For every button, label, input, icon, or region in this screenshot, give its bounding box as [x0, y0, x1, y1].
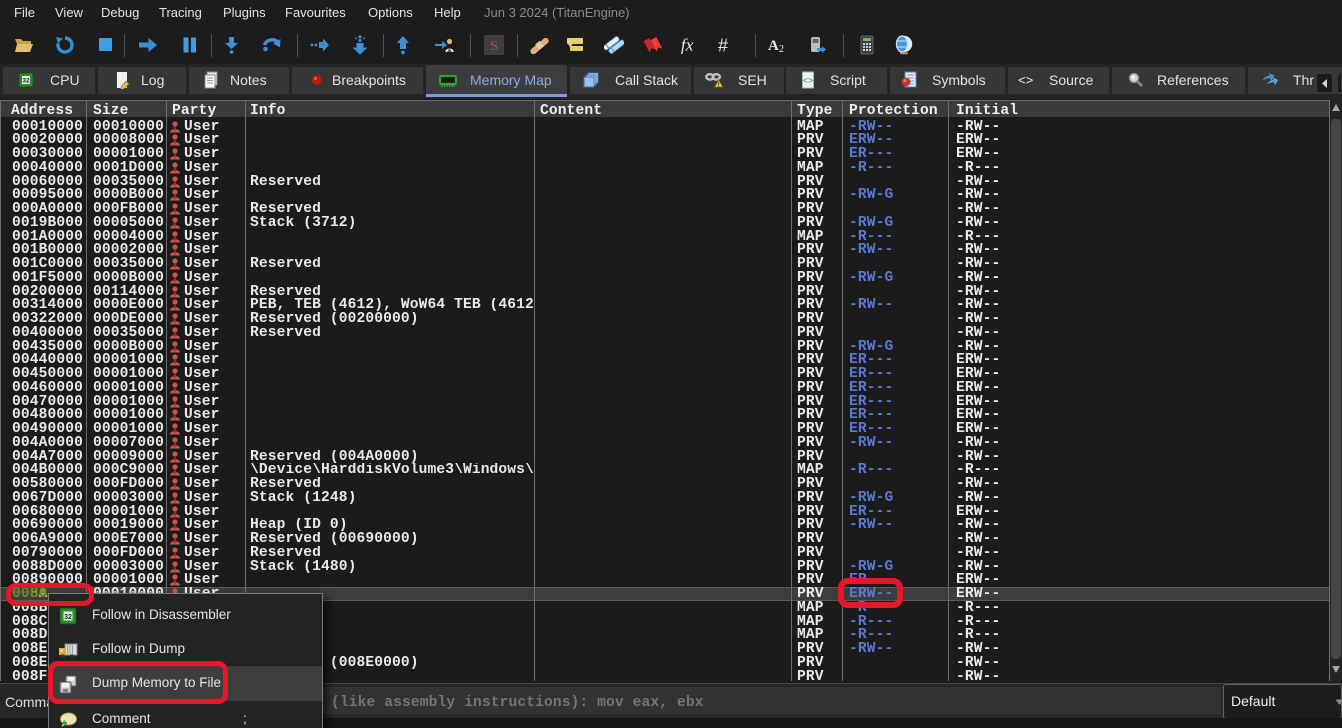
svg-text:<>: <> [803, 76, 814, 86]
svg-text:2: 2 [779, 44, 784, 55]
svg-text:32: 32 [22, 78, 30, 85]
svg-text:S: S [490, 39, 498, 54]
svg-text:32: 32 [64, 614, 72, 621]
svg-text:#: # [718, 36, 728, 56]
svg-text:!: ! [718, 81, 720, 88]
svg-text:<>: <> [1018, 73, 1033, 88]
svg-text:fx: fx [681, 35, 694, 54]
svg-text:A: A [768, 38, 779, 54]
